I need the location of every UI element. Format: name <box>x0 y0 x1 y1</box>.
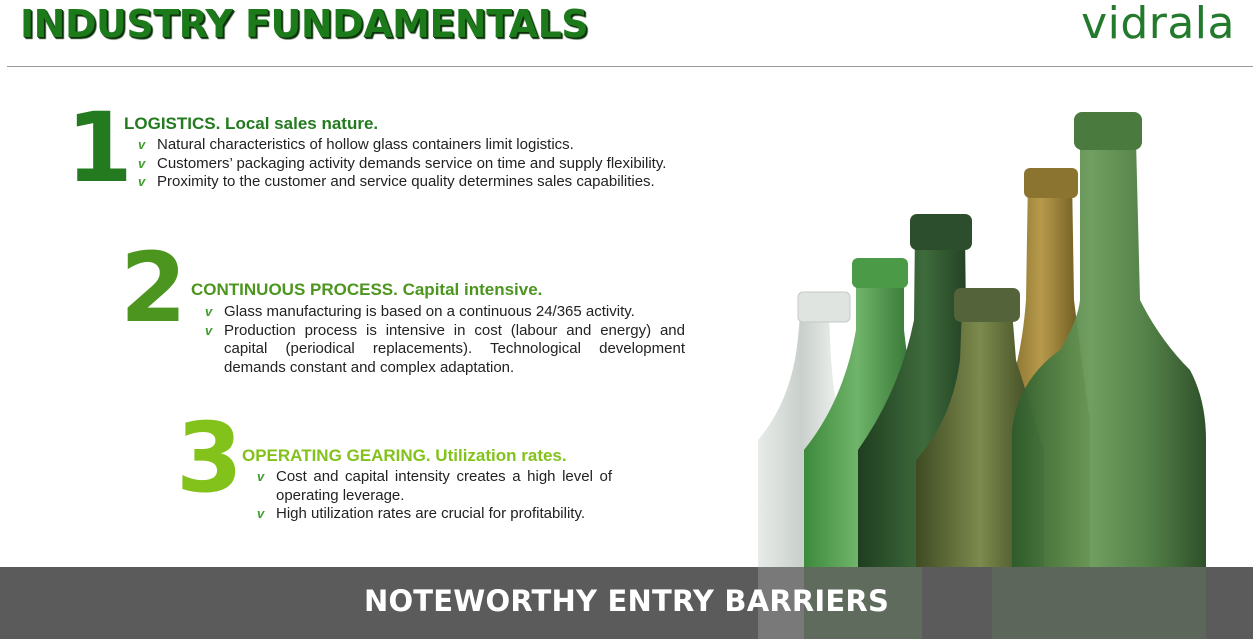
section-bullets-logistics: v Natural characteristics of hollow glass… <box>136 136 756 192</box>
section-bullets-operating-gearing: v Cost and capital intensity creates a hi… <box>255 468 612 524</box>
check-mark-icon: v <box>138 155 146 171</box>
check-mark-icon: v <box>257 469 265 484</box>
section-bullets-continuous-process: v Glass manufacturing is based on a conti… <box>203 303 685 377</box>
bullet-item: v High utilization rates are crucial for … <box>257 505 586 522</box>
bullet-item: v Customers’ packaging activity demands s… <box>138 154 667 172</box>
glass-bottles-image <box>758 112 1206 567</box>
bullet-item: v Proximity to the customer and service q… <box>138 173 655 190</box>
section-number-3: 3 <box>176 402 243 514</box>
bullet-item: v Cost and capital intensity creates a hi… <box>257 468 612 504</box>
bullet-item: v Production process is intensive in cost… <box>205 321 685 376</box>
check-mark-icon: v <box>138 174 146 189</box>
bullet-item: v Glass manufacturing is based on a conti… <box>205 303 635 320</box>
check-mark-icon: v <box>257 506 265 521</box>
section-heading-operating-gearing: OPERATING GEARING. Utilization rates. <box>242 446 567 465</box>
section-number-1: 1 <box>66 92 133 204</box>
banner-title: NOTEWORTHY ENTRY BARRIERS <box>363 584 890 618</box>
section-heading-logistics: LOGISTICS. Local sales nature. <box>124 114 379 133</box>
section-heading-continuous-process: CONTINUOUS PROCESS. Capital intensive. <box>191 280 543 299</box>
section-number-2: 2 <box>120 232 187 344</box>
page-title: INDUSTRY FUNDAMENTALS <box>20 2 589 46</box>
check-mark-icon: v <box>138 137 146 152</box>
bullet-item: v Natural characteristics of hollow glass… <box>138 136 574 153</box>
check-mark-icon: v <box>205 322 213 338</box>
vidrala-logo: vidrala <box>1081 0 1235 49</box>
header-divider <box>7 66 1253 67</box>
check-mark-icon: v <box>205 304 213 319</box>
